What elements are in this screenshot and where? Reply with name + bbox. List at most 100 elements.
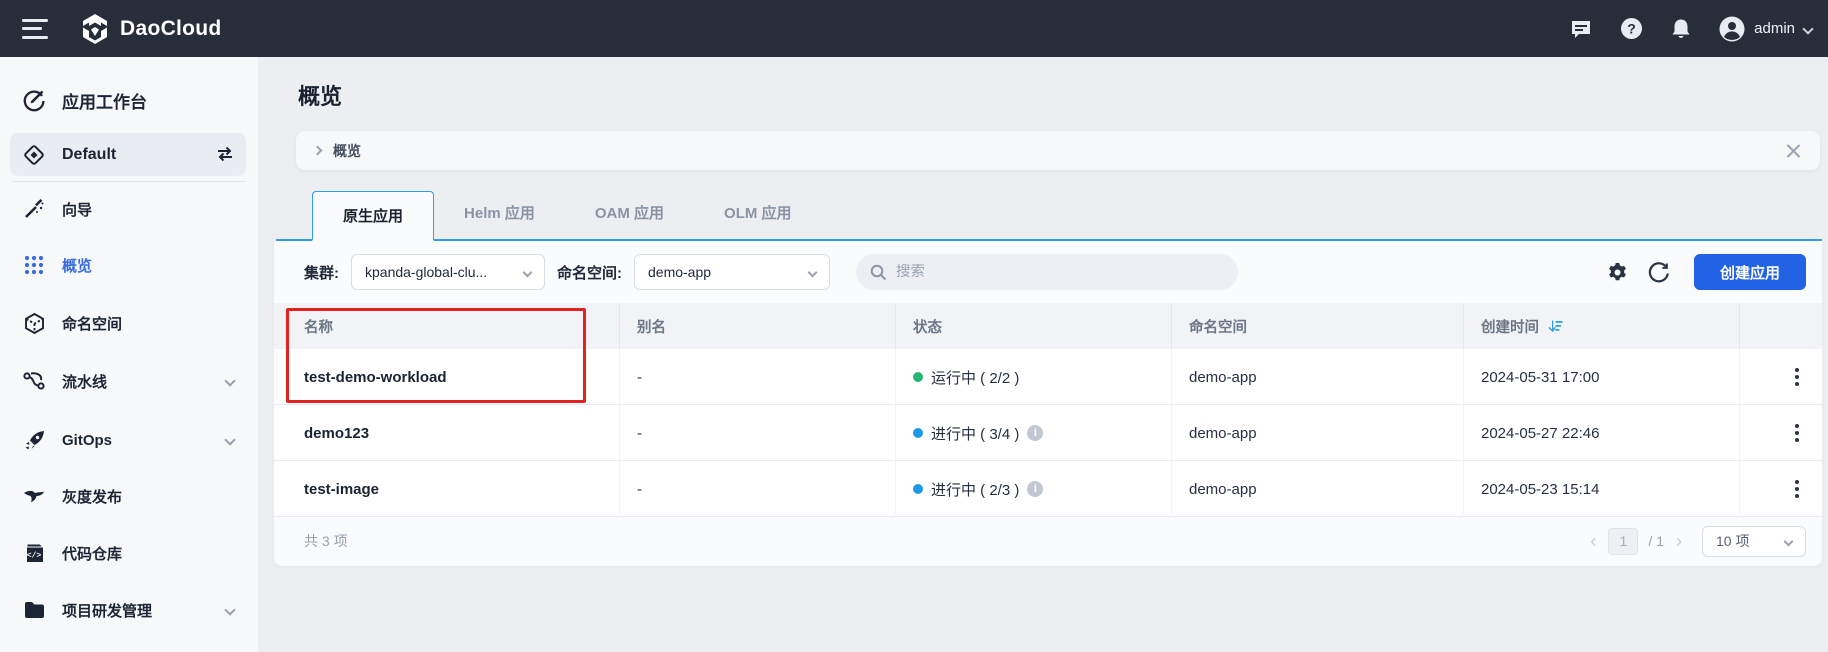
table-row[interactable]: demo123 - 进行中 ( 3/4 ) i demo-app 2024-05… — [274, 405, 1822, 461]
namespace-select[interactable]: demo-app — [634, 254, 830, 290]
sidebar-item-overview[interactable]: 概览 — [0, 245, 258, 285]
search-icon — [870, 264, 887, 281]
tab-olm-app[interactable]: OLM 应用 — [694, 189, 822, 239]
chevron-down-icon — [808, 267, 818, 277]
svg-text:?: ? — [1627, 21, 1636, 37]
avatar-icon — [1719, 16, 1745, 42]
cluster-select-value: kpanda-global-clu... — [365, 264, 487, 280]
tab-oam-app[interactable]: OAM 应用 — [565, 189, 694, 239]
cluster-select[interactable]: kpanda-global-clu... — [351, 254, 545, 290]
cube-icon — [22, 311, 46, 335]
app-alias: - — [620, 405, 896, 461]
chevron-down-icon — [523, 267, 533, 277]
app-name[interactable]: test-image — [274, 461, 620, 517]
messages-icon[interactable] — [1569, 17, 1593, 41]
page-title: 概览 — [298, 79, 342, 111]
app-name[interactable]: test-demo-workload — [274, 349, 620, 405]
namespace-label: 命名空间: — [557, 262, 622, 283]
app-namespace: demo-app — [1172, 405, 1464, 461]
table-footer: 共 3 项 ‹ 1 / 1 › 10 项 — [274, 517, 1822, 565]
settings-gear-icon[interactable] — [1604, 259, 1630, 285]
refresh-icon[interactable] — [1646, 259, 1672, 285]
info-icon[interactable]: i — [1027, 425, 1043, 441]
current-page-input[interactable]: 1 — [1608, 528, 1638, 555]
sidebar-item-gray-release[interactable]: 灰度发布 — [0, 476, 258, 516]
row-actions — [1740, 405, 1822, 461]
pipeline-icon — [22, 369, 46, 393]
next-page-icon[interactable]: › — [1674, 532, 1684, 550]
kebab-menu-icon[interactable] — [1785, 365, 1809, 389]
kebab-menu-icon[interactable] — [1785, 421, 1809, 445]
sidebar: 应用工作台 Default 向导 概览 命名空间 — [0, 57, 258, 652]
create-app-button[interactable]: 创建应用 — [1694, 254, 1806, 290]
chevron-down-icon — [1784, 536, 1794, 546]
bird-icon — [22, 484, 46, 508]
total-pages: / 1 — [1648, 533, 1664, 549]
sidebar-item-code-repo[interactable]: </> 代码仓库 — [0, 533, 258, 573]
chevron-down-icon — [224, 375, 235, 386]
sidebar-item-label: 概览 — [62, 255, 92, 276]
page-size-value: 10 项 — [1716, 531, 1749, 551]
close-icon[interactable] — [1786, 143, 1802, 159]
sidebar-project-default[interactable]: Default — [0, 133, 258, 176]
app-name[interactable]: demo123 — [274, 405, 620, 461]
sidebar-item-label: 灰度发布 — [62, 486, 122, 507]
tab-helm-app[interactable]: Helm 应用 — [434, 189, 565, 239]
notifications-bell-icon[interactable] — [1669, 17, 1693, 41]
sidebar-item-label: 命名空间 — [62, 313, 122, 334]
row-actions — [1740, 461, 1822, 517]
pagination: ‹ 1 / 1 › 10 项 — [1588, 526, 1806, 557]
page-size-select[interactable]: 10 项 — [1702, 526, 1806, 557]
app-list-card: 集群: kpanda-global-clu... 命名空间: demo-app — [274, 241, 1822, 566]
column-header-created[interactable]: 创建时间 — [1464, 303, 1740, 349]
sidebar-item-project-mgmt[interactable]: 项目研发管理 — [0, 590, 258, 630]
filter-row: 集群: kpanda-global-clu... 命名空间: demo-app — [274, 241, 1822, 303]
help-icon[interactable]: ? — [1619, 17, 1643, 41]
sidebar-item-pipeline[interactable]: 流水线 — [0, 361, 258, 401]
chevron-down-icon — [224, 604, 235, 615]
rocket-icon — [22, 428, 46, 452]
sidebar-item-label: 项目研发管理 — [62, 600, 152, 621]
wand-icon — [22, 197, 46, 221]
column-header-namespace: 命名空间 — [1172, 303, 1464, 349]
breadcrumb-label: 概览 — [333, 141, 361, 161]
sidebar-item-gitops[interactable]: GitOps — [0, 420, 258, 460]
kebab-menu-icon[interactable] — [1785, 477, 1809, 501]
sidebar-item-namespace[interactable]: 命名空间 — [0, 303, 258, 343]
chevron-down-icon — [1802, 23, 1813, 34]
chevron-down-icon — [224, 434, 235, 445]
daocloud-cube-icon — [80, 13, 110, 45]
tab-native-app[interactable]: 原生应用 — [312, 191, 434, 241]
table-row[interactable]: test-image - 进行中 ( 2/3 ) i demo-app 2024… — [274, 461, 1822, 517]
status-dot-green — [913, 372, 923, 382]
app-table: 名称 别名 状态 命名空间 创建时间 test-demo-workload - … — [274, 303, 1822, 565]
table-row[interactable]: test-demo-workload - 运行中 ( 2/2 ) demo-ap… — [274, 349, 1822, 405]
switch-project-icon[interactable] — [214, 143, 236, 165]
project-label: Default — [62, 146, 116, 164]
sidebar-item-wizard[interactable]: 向导 — [0, 189, 258, 229]
status-dot-blue — [913, 484, 923, 494]
tab-bar: 原生应用 Helm 应用 OAM 应用 OLM 应用 — [276, 189, 1822, 241]
user-menu[interactable]: admin — [1719, 16, 1812, 42]
brand-name: DaoCloud — [120, 17, 222, 41]
sidebar-item-label: 向导 — [62, 199, 92, 220]
sidebar-workspace-header[interactable]: 应用工作台 — [0, 80, 258, 120]
previous-page-icon[interactable]: ‹ — [1588, 532, 1598, 550]
namespace-select-value: demo-app — [648, 264, 711, 280]
username: admin — [1754, 20, 1795, 37]
info-icon[interactable]: i — [1027, 481, 1043, 497]
app-alias: - — [620, 349, 896, 405]
column-header-actions — [1740, 303, 1822, 349]
sidebar-divider — [12, 181, 246, 182]
sort-descending-icon[interactable] — [1548, 319, 1563, 334]
cluster-label: 集群: — [304, 262, 339, 283]
svg-text:</>: </> — [27, 552, 42, 561]
table-header-row: 名称 别名 状态 命名空间 创建时间 — [274, 303, 1822, 349]
project-diamond-icon — [22, 143, 46, 167]
hamburger-menu-icon[interactable] — [22, 19, 48, 39]
folder-icon — [22, 598, 46, 622]
column-header-name: 名称 — [274, 303, 620, 349]
app-status: 进行中 ( 3/4 ) i — [896, 405, 1172, 461]
grid-icon — [22, 253, 46, 277]
search-input[interactable] — [896, 264, 1196, 280]
